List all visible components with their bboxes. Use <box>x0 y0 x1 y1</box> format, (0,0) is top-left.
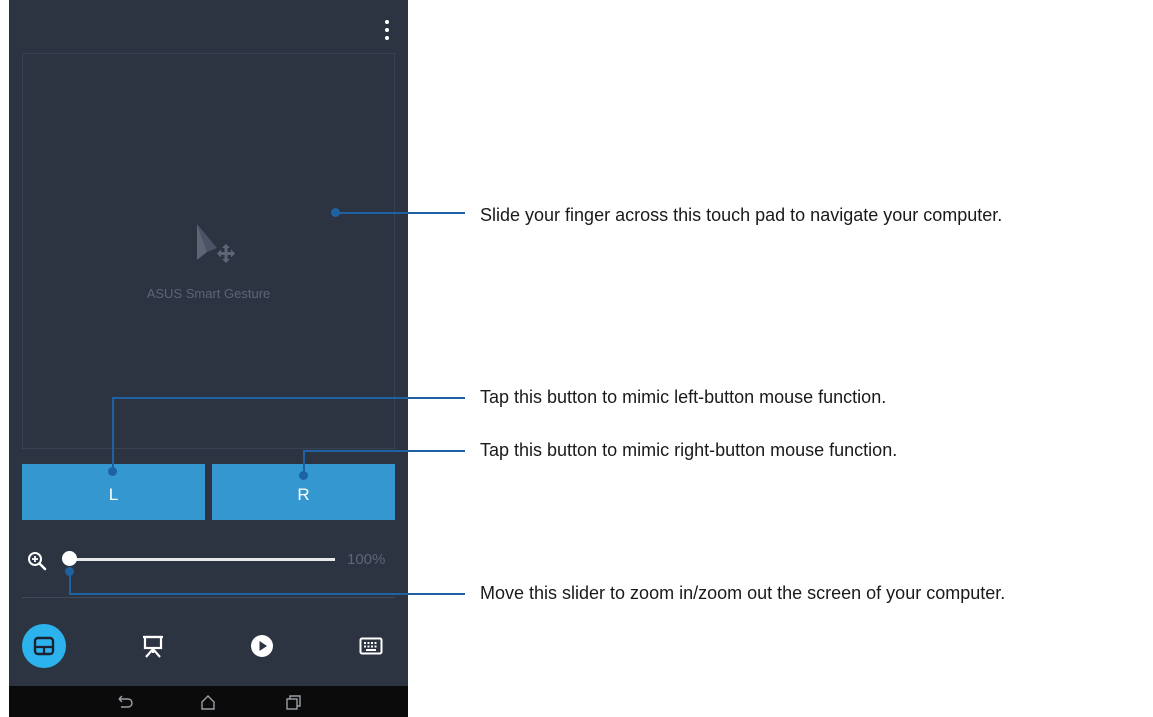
phone-screen: ASUS Smart Gesture L R 100% <box>9 0 408 717</box>
zoom-percent: 100% <box>347 551 386 568</box>
callout-left-button: Tap this button to mimic left-button mou… <box>480 387 887 407</box>
cursor-move-icon <box>197 224 235 263</box>
touchpad-icon <box>33 636 55 656</box>
media-play-icon <box>251 635 273 657</box>
callout-line-left-horizontal <box>112 397 465 399</box>
zoom-slider-track[interactable] <box>69 558 335 561</box>
zoom-slider-thumb[interactable] <box>62 551 77 566</box>
divider <box>22 597 395 598</box>
system-navigation-bar <box>9 686 408 717</box>
zoom-in-icon <box>28 552 47 571</box>
back-icon[interactable] <box>115 693 133 711</box>
callout-line-left-vertical <box>112 397 114 471</box>
callout-line-touchpad <box>335 212 465 214</box>
callout-touchpad: Slide your finger across this touch pad … <box>480 205 1003 225</box>
recent-apps-icon[interactable] <box>284 693 302 711</box>
callout-line-slider-horizontal <box>69 593 465 595</box>
pad-label: ASUS Smart Gesture <box>146 286 271 301</box>
touch-pad[interactable]: ASUS Smart Gesture <box>22 53 395 449</box>
overflow-menu-icon[interactable] <box>381 20 393 40</box>
callout-line-right-vertical <box>303 450 305 475</box>
callout-line-right-horizontal <box>303 450 465 452</box>
keyboard-icon <box>359 637 383 655</box>
nav-presentation[interactable] <box>131 624 175 668</box>
callout-line-slider-vertical <box>69 568 71 595</box>
callout-slider: Move this slider to zoom in/zoom out the… <box>480 583 1006 603</box>
nav-touchpad[interactable] <box>22 624 66 668</box>
nav-media[interactable] <box>240 624 284 668</box>
presentation-icon <box>143 635 163 658</box>
callout-right-button: Tap this button to mimic right-button mo… <box>480 440 898 460</box>
nav-keyboard[interactable] <box>349 624 393 668</box>
home-icon[interactable] <box>199 693 217 711</box>
